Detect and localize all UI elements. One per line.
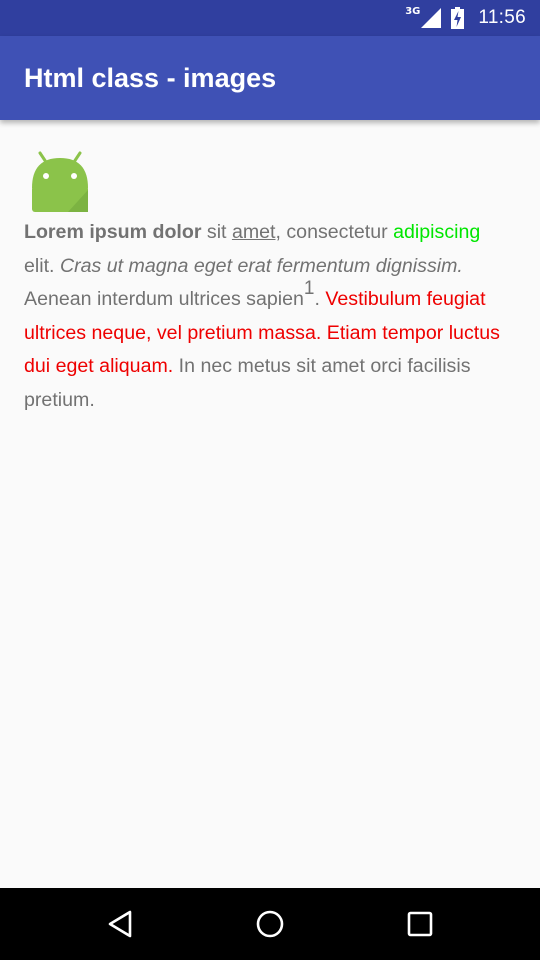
network-type-label: 3G (405, 5, 421, 17)
content-area: Lorem ipsum dolor sit amet, consectetur … (24, 150, 516, 417)
status-icons: 3G 11:56 (405, 0, 526, 36)
back-button[interactable] (70, 888, 170, 960)
clock: 11:56 (478, 7, 526, 28)
underlined-text: amet (231, 221, 276, 243)
android-robot-icon (32, 151, 88, 212)
signal-icon (421, 8, 442, 28)
superscript: 1 (303, 278, 315, 300)
app-title: Html class - images (24, 63, 277, 93)
text-run: , consectetur (275, 221, 394, 243)
app-bar: Html class - images (0, 36, 540, 120)
text-run: . (314, 288, 326, 310)
text-run: Aenean interdum ultrices sapien (24, 288, 304, 310)
text-run: elit. (24, 254, 60, 277)
home-button[interactable] (220, 888, 320, 960)
italic-text: Cras ut magna eget erat fermentum dignis… (59, 254, 463, 277)
recents-icon (407, 911, 433, 937)
home-icon (256, 910, 284, 938)
rich-text-paragraph: Lorem ipsum dolor sit amet, consectetur … (24, 216, 516, 417)
text-run: sit (201, 221, 232, 243)
back-icon (108, 910, 132, 938)
green-text: adipiscing (393, 221, 481, 243)
battery-charging-icon (451, 7, 465, 29)
status-bar: 3G 11:56 (0, 0, 540, 36)
navigation-bar (0, 888, 540, 960)
recents-button[interactable] (370, 888, 470, 960)
bold-text: Lorem ipsum dolor (24, 221, 202, 243)
